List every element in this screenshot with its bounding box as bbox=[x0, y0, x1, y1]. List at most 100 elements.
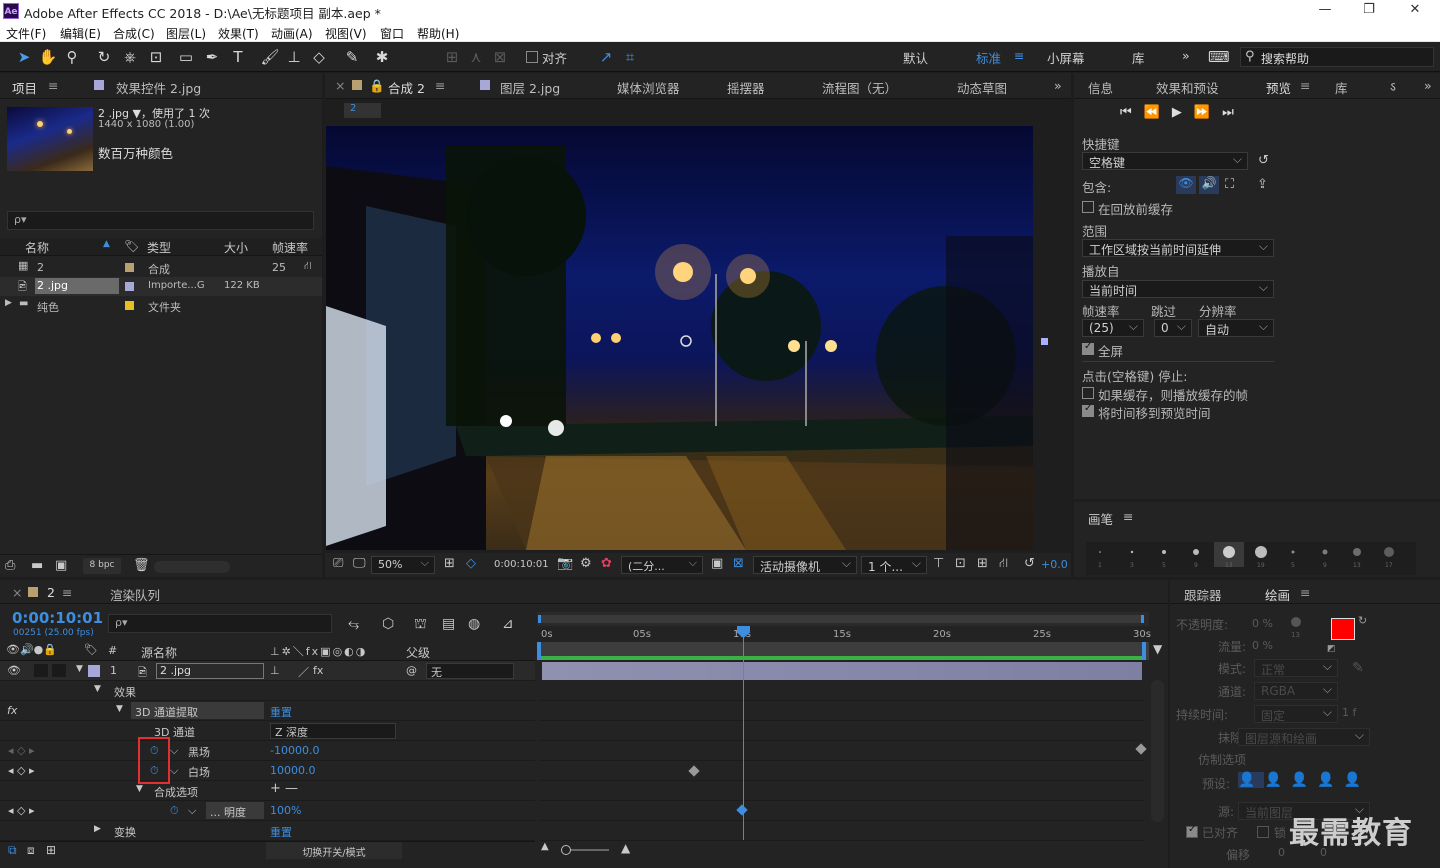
close-button[interactable]: ✕ bbox=[1392, 2, 1438, 20]
fullscreen-checkbox[interactable] bbox=[1082, 341, 1094, 355]
current-time-indicator[interactable] bbox=[743, 626, 744, 840]
shy-layers-icon[interactable]: ⛫ bbox=[414, 616, 427, 634]
label-swatch[interactable] bbox=[125, 282, 134, 291]
tab-render-queue[interactable]: 渲染队列 bbox=[110, 585, 160, 604]
project-row-solids[interactable]: ▶ ▬ 纯色 文件夹 bbox=[0, 296, 322, 315]
eyedropper-icon[interactable]: ✎ bbox=[1352, 660, 1364, 676]
resolution-dropdown[interactable]: (二分... bbox=[621, 556, 703, 574]
label-swatch[interactable] bbox=[125, 263, 134, 272]
channel-color-icon[interactable]: ✿ bbox=[601, 556, 612, 571]
next-frame-icon[interactable]: ⏩ bbox=[1194, 105, 1222, 120]
workspace-more-icon[interactable]: » bbox=[1182, 48, 1190, 63]
toggle-pixel-aspect-icon[interactable]: ⊤ bbox=[933, 556, 944, 571]
workspace-libraries[interactable]: 库 bbox=[1132, 48, 1145, 67]
range-dropdown[interactable]: 工作区域按当前时间延伸 bbox=[1082, 239, 1274, 257]
help-search-box[interactable]: ⚲ 搜索帮助 bbox=[1240, 47, 1434, 67]
tab-preview[interactable]: 预览 bbox=[1266, 78, 1291, 97]
add-remove-mask-buttons[interactable]: + — bbox=[270, 781, 298, 796]
comp-mini-flowchart-icon[interactable]: ⥃ bbox=[348, 616, 359, 632]
minimize-button[interactable]: — bbox=[1302, 2, 1348, 20]
toggle-switches-modes-button[interactable]: 切换开关/模式 bbox=[266, 842, 402, 859]
reset-effect-link[interactable]: 重置 bbox=[270, 704, 292, 720]
last-frame-icon[interactable]: ⏭ bbox=[1222, 105, 1246, 120]
comp-marker-bin-icon[interactable]: ▼ bbox=[1153, 642, 1165, 658]
rectangle-tool-icon[interactable]: ▭ bbox=[176, 47, 196, 67]
white-point-value[interactable]: 10000.0 bbox=[270, 764, 316, 777]
reset-transform-link[interactable]: 重置 bbox=[270, 824, 292, 840]
puppet-tool-icon[interactable]: ✱ bbox=[372, 47, 392, 67]
always-preview-icon[interactable]: ⎚ bbox=[333, 556, 343, 571]
skip-dropdown[interactable]: 0 bbox=[1154, 319, 1192, 337]
col-fps[interactable]: 帧速率 bbox=[272, 239, 308, 256]
menu-help[interactable]: 帮助(H) bbox=[417, 25, 459, 42]
label-swatch[interactable] bbox=[125, 301, 134, 310]
workspace-standard[interactable]: 标准 bbox=[976, 48, 1001, 67]
hand-tool-icon[interactable]: ✋ bbox=[38, 47, 58, 67]
interpret-footage-icon[interactable]: ⎙ bbox=[5, 558, 15, 573]
clone-preset-icon[interactable]: 👤 bbox=[1344, 772, 1370, 788]
tab-truncated[interactable]: ऽ bbox=[1390, 78, 1396, 95]
tab-wiggler[interactable]: 摇摆器 bbox=[727, 78, 765, 97]
close-tab-icon[interactable]: × bbox=[12, 585, 22, 600]
snap-features-icon[interactable]: ⌗ bbox=[620, 47, 640, 67]
black-point-value[interactable]: -10000.0 bbox=[270, 744, 319, 757]
snap-edges-icon[interactable]: ↗ bbox=[596, 47, 616, 67]
layer-row[interactable]: 👁 ▼ 1 🖻 2 .jpg ⊥ ／ fx @ 无 bbox=[0, 661, 535, 681]
layer-switches-toggle-icon[interactable]: ⧉ bbox=[8, 843, 17, 858]
paint-menu-icon[interactable]: ≡ bbox=[1300, 585, 1310, 600]
duration-frames[interactable]: 1 f bbox=[1342, 706, 1356, 719]
zoom-in-icon[interactable]: ▲ bbox=[621, 841, 630, 855]
reset-exposure-icon[interactable]: ↺ bbox=[1024, 556, 1035, 571]
snapshot-icon[interactable]: 📷 bbox=[557, 556, 573, 571]
project-row-jpg[interactable]: 🖻 2 .jpg Importe...G 122 KB bbox=[0, 277, 322, 296]
tab-libraries[interactable]: 库 bbox=[1335, 78, 1348, 97]
camera-tool-icon[interactable]: ⎈ bbox=[120, 47, 140, 67]
transparency-grid-icon[interactable]: ⊠ bbox=[733, 556, 744, 571]
new-folder-icon[interactable]: ▬ bbox=[31, 558, 43, 573]
motion-blur-icon[interactable]: ◍ bbox=[468, 616, 480, 632]
sync-settings-icon[interactable]: ⌨ bbox=[1208, 47, 1230, 67]
menu-composition[interactable]: 合成(C) bbox=[113, 25, 155, 42]
effect-row[interactable]: fx ▼ 3D 通道提取 重置 bbox=[0, 701, 535, 721]
workspace-small-screen[interactable]: 小屏幕 bbox=[1047, 48, 1085, 67]
stopwatch-icon[interactable]: ⏱ bbox=[170, 804, 179, 818]
offset-x-value[interactable]: 0 bbox=[1278, 846, 1285, 859]
tab-info[interactable]: 信息 bbox=[1088, 78, 1113, 97]
timeline-search-input[interactable]: ρ▾ bbox=[108, 614, 332, 633]
collapse-arrow-icon[interactable]: ▼ bbox=[94, 684, 101, 694]
close-tab-icon[interactable]: × bbox=[335, 78, 345, 93]
draft-3d-icon[interactable]: ⬡ bbox=[382, 616, 394, 632]
col-name[interactable]: 名称 bbox=[25, 239, 49, 256]
delete-icon[interactable]: 🗑 bbox=[133, 558, 150, 573]
region-of-interest-icon[interactable]: ▣ bbox=[711, 556, 723, 571]
selection-tool-icon[interactable]: ➤ bbox=[14, 47, 34, 67]
clone-preset-icon[interactable]: 👤 bbox=[1238, 772, 1265, 788]
paint-mode-dropdown[interactable]: 正常 bbox=[1254, 659, 1338, 677]
keyframe-navigator-icon[interactable]: ◂ ◇ ▸ bbox=[8, 764, 35, 777]
project-row-comp[interactable]: ▦ 2 合成 25 ⛙ bbox=[0, 258, 322, 277]
white-point-row[interactable]: ◂ ◇ ▸ ⏱ ⌵ 白场 10000.0 bbox=[0, 761, 535, 781]
timeline-icon[interactable]: ⊞ bbox=[977, 556, 988, 571]
comp-menu-icon[interactable]: ≡ bbox=[435, 78, 445, 93]
tab-tracker[interactable]: 跟踪器 bbox=[1184, 585, 1222, 604]
comp-edge-handle[interactable] bbox=[1041, 338, 1048, 345]
view-layout-dropdown[interactable]: 1 个... bbox=[861, 556, 927, 574]
export-icon[interactable]: ⇪ bbox=[1257, 177, 1268, 192]
project-search-input[interactable]: ρ▾ bbox=[7, 211, 314, 230]
visibility-icon[interactable]: 👁 bbox=[7, 664, 21, 677]
effect-name[interactable]: 3D 通道提取 bbox=[131, 702, 264, 719]
lock-icon[interactable]: 🔒 bbox=[369, 78, 385, 94]
aligned-checkbox[interactable] bbox=[1186, 824, 1198, 838]
tab-project[interactable]: 项目 bbox=[12, 78, 37, 97]
rotate-tool-icon[interactable]: ↻ bbox=[94, 47, 114, 67]
include-overlays-icon[interactable]: ⛶ bbox=[1225, 177, 1234, 192]
shortcut-dropdown[interactable]: 空格键 bbox=[1082, 152, 1248, 170]
time-navigator[interactable] bbox=[537, 612, 1149, 626]
channel-property-row[interactable]: 3D 通道 Z 深度 bbox=[0, 721, 535, 741]
collapse-arrow-icon[interactable]: ▼ bbox=[116, 704, 123, 714]
play-icon[interactable]: ▶ bbox=[1172, 105, 1194, 120]
paint-opacity-value[interactable]: 0 % bbox=[1252, 617, 1273, 630]
move-time-checkbox[interactable] bbox=[1082, 403, 1094, 417]
tab-brushes[interactable]: 画笔 bbox=[1088, 509, 1113, 528]
tab-effects-presets[interactable]: 效果和预设 bbox=[1156, 78, 1219, 97]
